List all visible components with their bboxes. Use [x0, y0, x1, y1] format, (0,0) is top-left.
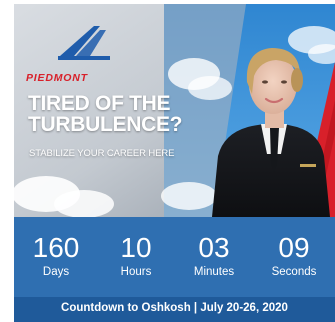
hours-value: 10	[120, 232, 152, 263]
countdown-timer: 160 Days 10 Hours 03 Minutes 09 Seconds	[14, 217, 335, 297]
minutes-value: 03	[198, 232, 230, 263]
countdown-seconds: 09 Seconds	[254, 233, 334, 279]
countdown-hours: 10 Hours	[96, 233, 176, 279]
countdown-days: 160 Days	[16, 233, 96, 279]
headline-line-1: TIRED OF THE	[28, 92, 171, 115]
piedmont-logo-icon	[58, 26, 110, 60]
piedmont-wordmark: PIEDMONT	[26, 72, 88, 84]
hero-section: PIEDMONT TIRED OF THE TURBULENCE? STABIL…	[14, 4, 335, 217]
hours-label: Hours	[120, 266, 152, 278]
days-value: 160	[32, 232, 80, 263]
tagline: STABILIZE YOUR CAREER HERE	[29, 148, 175, 159]
minutes-label: Minutes	[193, 266, 235, 278]
headline-line-2: TURBULENCE?	[28, 113, 183, 136]
headline: TIRED OF THE TURBULENCE?	[28, 93, 218, 135]
seconds-value: 09	[278, 232, 310, 263]
days-label: Days	[42, 266, 70, 278]
countdown-minutes: 03 Minutes	[174, 233, 254, 279]
event-footer: Countdown to Oshkosh | July 20-26, 2020	[14, 297, 335, 322]
advertisement-banner[interactable]: PIEDMONT TIRED OF THE TURBULENCE? STABIL…	[14, 4, 335, 322]
seconds-label: Seconds	[271, 266, 317, 278]
